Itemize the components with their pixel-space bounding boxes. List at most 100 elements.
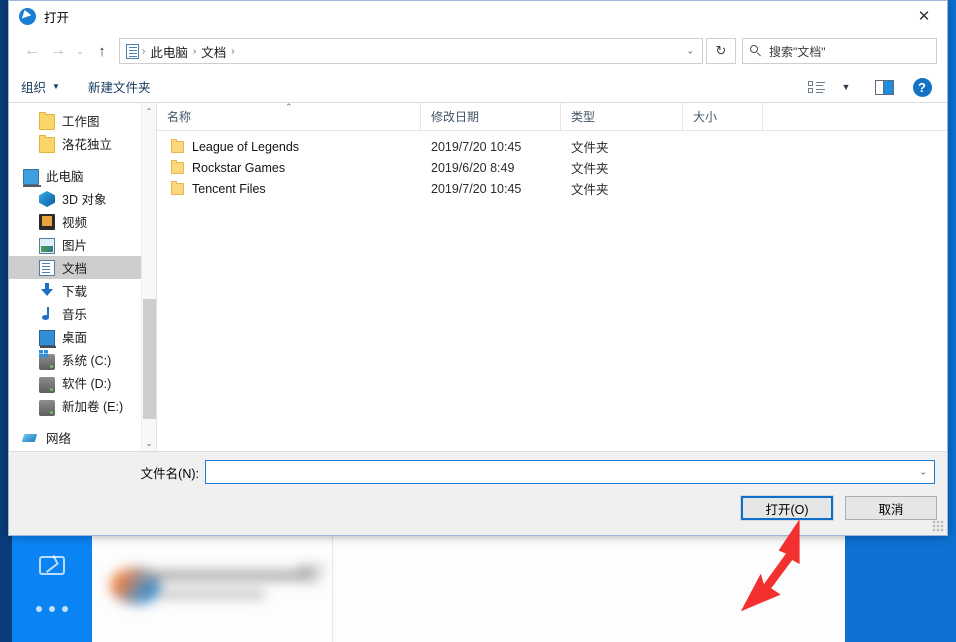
sidebar-item-downloads[interactable]: 下载: [9, 279, 156, 302]
sidebar-item-newvolume-e[interactable]: 新加卷 (E:): [9, 394, 156, 417]
sidebar-scrollbar[interactable]: ⌃ ⌄: [141, 103, 156, 451]
music-icon: [39, 306, 55, 322]
sidebar-item-system-c[interactable]: 系统 (C:): [9, 348, 156, 371]
sidebar-item-label: 软件 (D:): [62, 377, 112, 391]
sidebar-item-desktop[interactable]: 桌面: [9, 325, 156, 348]
sidebar-item-software-d[interactable]: 软件 (D:): [9, 371, 156, 394]
cell-date: 2019/6/20 8:49: [431, 160, 515, 175]
filename-row: 文件名(N): ⌄: [9, 460, 947, 484]
open-button[interactable]: 打开(O): [740, 495, 834, 521]
new-folder-button[interactable]: 新建文件夹: [88, 77, 151, 96]
refresh-icon[interactable]: ↻: [706, 38, 736, 64]
sidebar-item-label: 3D 对象: [62, 193, 107, 207]
sidebar-item-music[interactable]: 音乐: [9, 302, 156, 325]
videos-icon: [39, 214, 55, 230]
address-bar[interactable]: › 此电脑 › 文档 › ⌄: [119, 38, 703, 64]
sidebar-item-label: 洛花独立: [62, 138, 113, 152]
search-box[interactable]: 搜索"文档": [742, 38, 937, 64]
sidebar-item-label: 文档: [62, 262, 88, 276]
scrollbar-thumb[interactable]: [143, 299, 156, 419]
sidebar-item-label: 此电脑: [46, 170, 84, 184]
table-row[interactable]: Tencent Files 2019/7/20 10:45 文件夹: [157, 178, 947, 199]
view-layout-button[interactable]: [801, 72, 831, 102]
dialog-titlebar: 打开 ✕: [9, 1, 947, 31]
open-file-dialog: 打开 ✕ ← → ⌄ ↑ › 此电脑 › 文档 › ⌄ ↻ 搜索"文档" 组织 …: [8, 0, 948, 536]
cursor-circle-icon: [19, 7, 36, 25]
sidebar-item-pictures[interactable]: 图片: [9, 233, 156, 256]
folder-icon: [39, 134, 55, 153]
file-name: League of Legends: [192, 139, 300, 154]
folder-icon: [171, 159, 184, 174]
close-button[interactable]: ✕: [901, 1, 947, 31]
scroll-up-icon[interactable]: ⌃: [142, 103, 156, 119]
view-dropdown-button[interactable]: ▼: [831, 72, 861, 102]
3d-objects-icon: [39, 191, 55, 207]
file-list: 名称 ⌃ 修改日期 类型 大小 League of Legends 2019/7…: [157, 102, 947, 451]
sidebar-item-label: 图片: [62, 239, 88, 253]
sidebar-item-videos[interactable]: 视频: [9, 210, 156, 233]
file-name: Tencent Files: [192, 181, 266, 196]
more-dots-icon[interactable]: [36, 606, 68, 612]
cell-name: League of Legends: [157, 138, 421, 154]
background-app-content: [92, 536, 845, 642]
sidebar-item-label: 桌面: [62, 331, 88, 345]
command-bar: 组织 ▼ 新建文件夹 ▼ ?: [9, 71, 947, 103]
sidebar-item-luohua[interactable]: 洛花独立: [9, 132, 156, 155]
mail-icon[interactable]: [39, 556, 65, 575]
cell-type: 文件夹: [571, 183, 609, 197]
cell-name: Tencent Files: [157, 180, 421, 196]
scroll-down-icon[interactable]: ⌄: [142, 435, 156, 451]
sidebar-item-network[interactable]: 网络: [9, 426, 156, 449]
sidebar-item-work-drawing[interactable]: 工作图: [9, 109, 156, 132]
preview-pane-icon: [874, 79, 894, 95]
file-name: Rockstar Games: [192, 160, 286, 175]
network-icon: [23, 431, 39, 447]
recent-locations-icon[interactable]: ⌄: [71, 38, 89, 64]
up-icon[interactable]: ↑: [89, 38, 115, 64]
preview-pane-button[interactable]: [869, 72, 899, 102]
breadcrumb-item-this-pc[interactable]: 此电脑: [146, 42, 192, 61]
cell-name: Rockstar Games: [157, 159, 421, 175]
command-bar-right: ▼ ?: [801, 71, 937, 103]
table-row[interactable]: League of Legends 2019/7/20 10:45 文件夹: [157, 136, 947, 157]
this-pc-icon: [23, 168, 41, 187]
resize-grip[interactable]: [932, 520, 944, 532]
filename-label: 文件名(N):: [140, 466, 199, 481]
column-header-type[interactable]: 类型: [561, 103, 683, 130]
cell-date: 2019/7/20 10:45: [431, 181, 522, 196]
search-placeholder: 搜索"文档": [769, 44, 826, 59]
help-button[interactable]: ?: [907, 72, 937, 102]
column-headers: 名称 ⌃ 修改日期 类型 大小: [157, 102, 947, 131]
address-dropdown-icon[interactable]: ⌄: [686, 46, 694, 57]
filename-input[interactable]: ⌄: [205, 460, 935, 484]
forward-icon[interactable]: →: [45, 38, 71, 64]
search-icon: [750, 45, 762, 57]
column-header-date[interactable]: 修改日期: [421, 103, 561, 130]
column-header-name[interactable]: 名称 ⌃: [157, 102, 421, 130]
column-header-size[interactable]: 大小: [683, 103, 763, 130]
cancel-button[interactable]: 取消: [845, 496, 937, 520]
sidebar-item-this-pc[interactable]: 此电脑: [9, 164, 156, 187]
back-icon[interactable]: ←: [19, 38, 45, 64]
folder-icon: [171, 180, 184, 195]
sidebar-item-3d-objects[interactable]: 3D 对象: [9, 187, 156, 210]
organize-label: 组织: [21, 81, 47, 95]
documents-icon: [126, 44, 139, 59]
sidebar-item-label: 下载: [62, 285, 88, 299]
sidebar-item-documents[interactable]: 文档: [9, 256, 156, 279]
breadcrumb-item-documents[interactable]: 文档: [197, 42, 230, 61]
folder-icon: [171, 138, 184, 153]
help-icon: ?: [912, 77, 932, 97]
dialog-footer: 文件名(N): ⌄ 打开(O) 取消: [9, 451, 947, 535]
screen: 打开 ✕ ← → ⌄ ↑ › 此电脑 › 文档 › ⌄ ↻ 搜索"文档" 组织 …: [0, 0, 956, 642]
background-app-window[interactable]: [12, 536, 845, 642]
system-drive-icon: [39, 349, 55, 370]
background-app-sidebar: [12, 536, 92, 642]
organize-button[interactable]: 组织 ▼: [21, 77, 60, 96]
table-row[interactable]: Rockstar Games 2019/6/20 8:49 文件夹: [157, 157, 947, 178]
downloads-icon: [39, 283, 55, 299]
sidebar-item-label: 网络: [46, 432, 72, 446]
sidebar-item-label: 工作图: [62, 115, 100, 129]
folder-icon: [39, 111, 55, 130]
filename-dropdown-icon[interactable]: ⌄: [919, 467, 927, 478]
